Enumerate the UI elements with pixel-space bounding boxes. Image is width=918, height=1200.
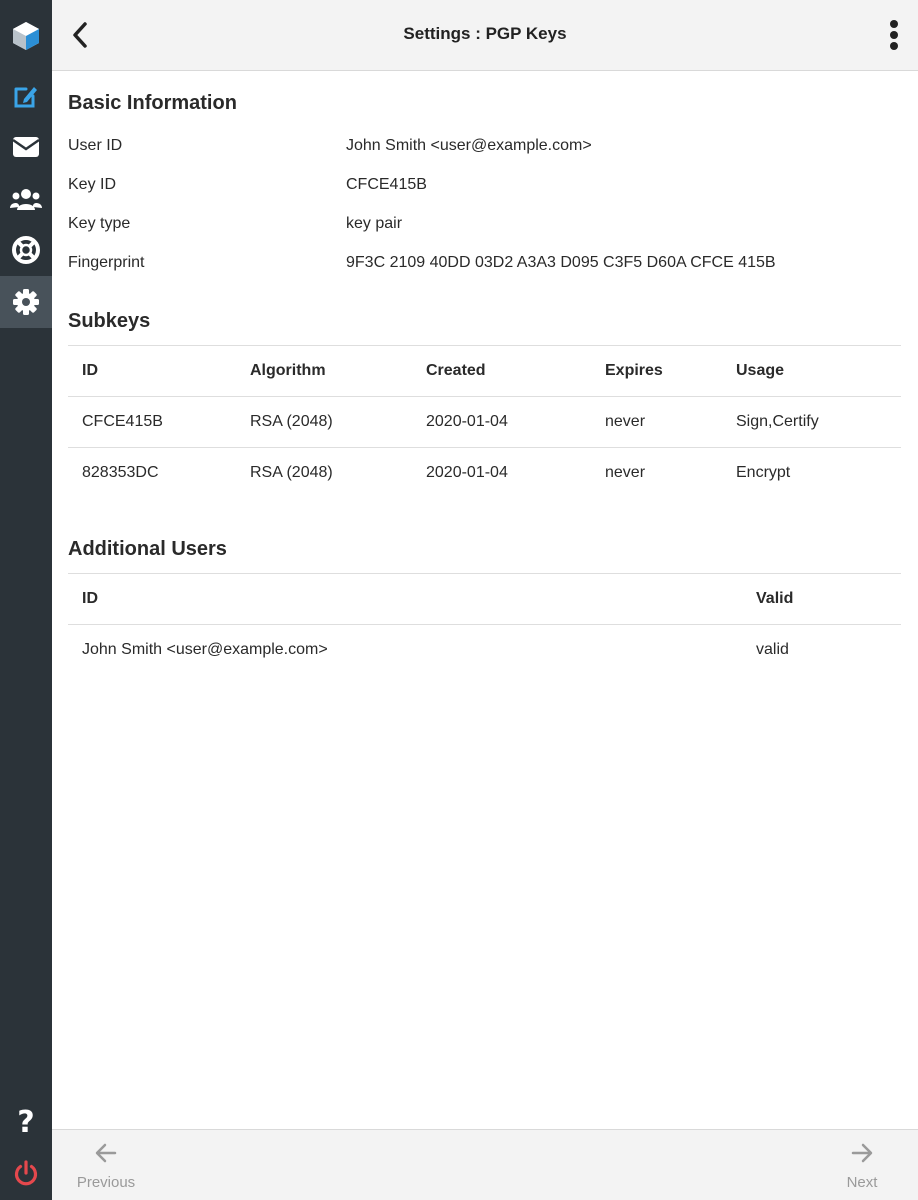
column-header: Valid	[756, 590, 794, 607]
question-icon[interactable]: ?	[0, 1096, 52, 1148]
table-cell: 828353DC	[82, 464, 159, 481]
info-row-key-id: Key ID CFCE415B	[68, 176, 898, 200]
table-row[interactable]: 828353DC RSA (2048) 2020-01-04 never Enc…	[68, 448, 901, 499]
table-cell: never	[605, 464, 646, 481]
table-cell: CFCE415B	[82, 413, 163, 430]
table-cell: 2020-01-04	[426, 413, 508, 430]
table-cell: valid	[756, 641, 789, 658]
table-row[interactable]: CFCE415B RSA (2048) 2020-01-04 never Sig…	[68, 397, 901, 448]
previous-button[interactable]: Previous	[66, 1140, 146, 1196]
compose-icon[interactable]	[0, 70, 52, 122]
table-row[interactable]: John Smith <user@example.com> valid	[68, 625, 901, 676]
next-button[interactable]: Next	[822, 1140, 902, 1196]
column-header: Algorithm	[250, 362, 326, 379]
main-content: Basic Information User ID John Smith <us…	[52, 71, 918, 1129]
info-label: Fingerprint	[68, 254, 145, 271]
envelope-icon[interactable]	[0, 121, 52, 173]
next-label: Next	[846, 1174, 878, 1191]
table-cell: RSA (2048)	[250, 413, 333, 430]
info-value: 9F3C 2109 40DD 03D2 A3A3 D095 C3F5 D60A …	[346, 254, 776, 271]
info-label: Key type	[68, 215, 131, 232]
info-label: User ID	[68, 137, 123, 154]
column-header: Usage	[736, 362, 785, 379]
info-label: Key ID	[68, 176, 117, 193]
table-cell: John Smith <user@example.com>	[82, 641, 328, 658]
info-value: key pair	[346, 215, 403, 232]
sidebar: ?	[0, 0, 52, 1200]
gear-icon[interactable]	[0, 276, 52, 328]
info-row-key-type: Key type key pair	[68, 215, 898, 239]
column-header: ID	[82, 590, 98, 607]
additional-users-title: Additional Users	[68, 538, 227, 560]
arrow-left-icon	[95, 1143, 117, 1163]
info-row-user-id: User ID John Smith <user@example.com>	[68, 137, 898, 161]
table-cell: Sign,Certify	[736, 413, 819, 430]
more-menu-button[interactable]	[880, 16, 908, 54]
table-cell: never	[605, 413, 646, 430]
subkeys-title: Subkeys	[68, 310, 151, 332]
column-header: Created	[426, 362, 486, 379]
table-header-row: ID Algorithm Created Expires Usage	[68, 346, 901, 397]
more-vertical-icon	[890, 20, 898, 50]
info-value: CFCE415B	[346, 176, 427, 193]
basic-info-title: Basic Information	[68, 92, 237, 114]
arrow-right-icon	[851, 1143, 873, 1163]
header-bar: Settings : PGP Keys	[52, 0, 918, 71]
page-title: Settings : PGP Keys	[403, 24, 567, 43]
table-header-row: ID Valid	[68, 574, 901, 625]
app-logo-icon[interactable]	[0, 10, 52, 62]
subkeys-table: ID Algorithm Created Expires Usage CFCE4…	[68, 345, 901, 499]
table-cell: RSA (2048)	[250, 464, 333, 481]
previous-label: Previous	[76, 1174, 136, 1191]
footer-bar: Previous Next	[52, 1129, 918, 1200]
users-icon[interactable]	[0, 173, 52, 225]
additional-users-table: ID Valid John Smith <user@example.com> v…	[68, 573, 901, 676]
power-icon[interactable]	[0, 1147, 52, 1199]
table-cell: Encrypt	[736, 464, 791, 481]
info-row-fingerprint: Fingerprint 9F3C 2109 40DD 03D2 A3A3 D09…	[68, 254, 898, 278]
lifebuoy-icon[interactable]	[0, 224, 52, 276]
info-value: John Smith <user@example.com>	[346, 137, 592, 154]
column-header: Expires	[605, 362, 663, 379]
table-cell: 2020-01-04	[426, 464, 508, 481]
column-header: ID	[82, 362, 98, 379]
